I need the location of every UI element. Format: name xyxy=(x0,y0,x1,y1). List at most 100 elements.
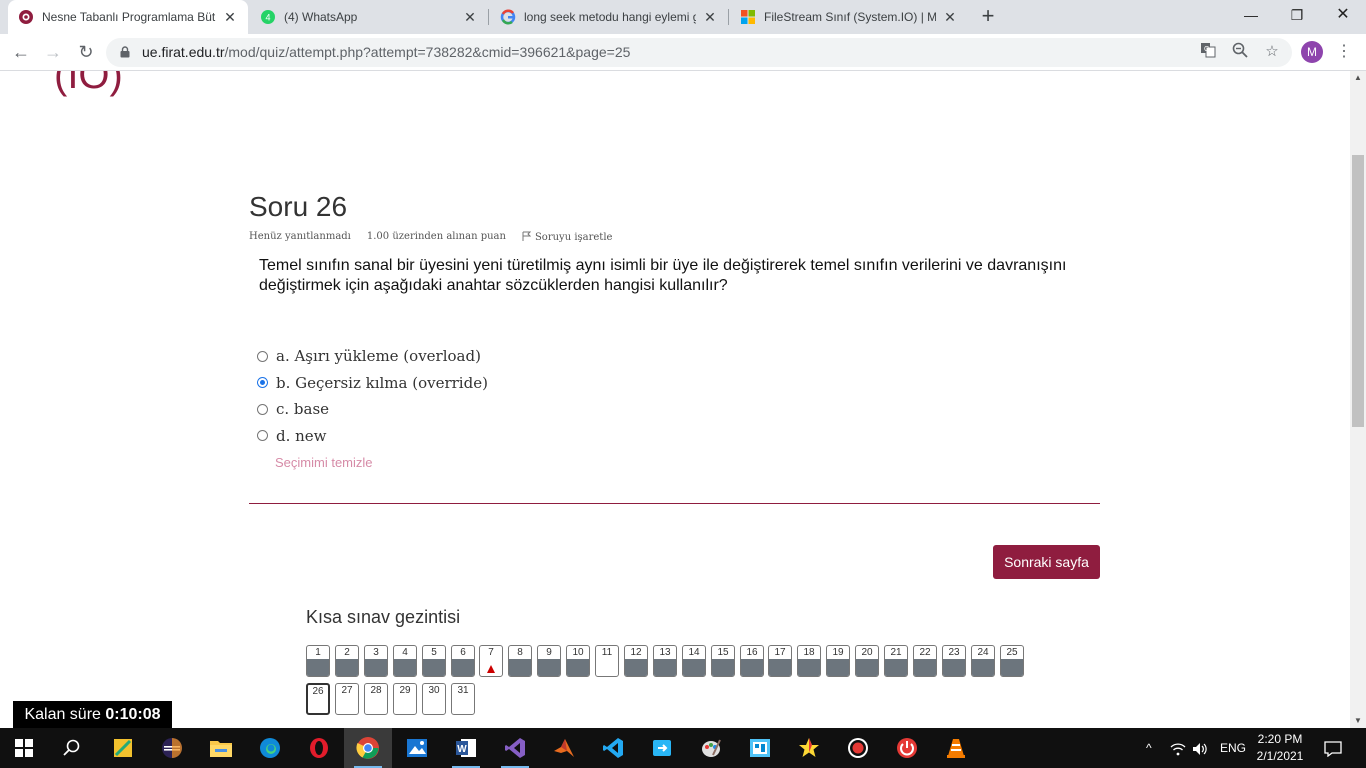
notifications-icon[interactable] xyxy=(1324,728,1342,768)
scroll-up-arrow[interactable]: ▲ xyxy=(1350,71,1366,85)
star-icon[interactable] xyxy=(795,734,823,762)
quiz-nav-button[interactable]: 4 xyxy=(393,645,417,677)
bookmark-star-icon[interactable]: ☆ xyxy=(1262,42,1282,62)
close-icon[interactable]: ✕ xyxy=(702,9,718,26)
eclipse-icon[interactable] xyxy=(158,734,186,762)
quiz-nav-button[interactable]: 10 xyxy=(566,645,590,677)
quiz-nav-button[interactable]: 31 xyxy=(451,683,475,715)
record-icon[interactable] xyxy=(844,734,872,762)
tab-google[interactable]: long seek metodu hangi eylemi g ✕ xyxy=(490,0,728,34)
tab-whatsapp[interactable]: 4 (4) WhatsApp ✕ xyxy=(250,0,488,34)
app-icon-1[interactable] xyxy=(109,734,137,762)
scroll-down-arrow[interactable]: ▼ xyxy=(1350,714,1366,728)
quiz-nav-button[interactable]: 26 xyxy=(306,683,330,715)
tab-microsoft[interactable]: FileStream Sınıf (System.IO) | Mic ✕ xyxy=(730,0,968,34)
answer-label[interactable]: b. Geçersiz kılma (override) xyxy=(276,374,488,392)
app-icon-3[interactable] xyxy=(746,734,774,762)
close-icon[interactable]: ✕ xyxy=(462,9,478,26)
reload-button[interactable]: ↻ xyxy=(74,40,98,64)
answer-option-b[interactable]: b. Geçersiz kılma (override) xyxy=(256,370,488,397)
quiz-nav-button[interactable]: 22 xyxy=(913,645,937,677)
question-status: Henüz yanıtlanmadı xyxy=(249,231,351,242)
profile-avatar[interactable]: M xyxy=(1301,41,1323,63)
quiz-nav-button[interactable]: 8 xyxy=(508,645,532,677)
app-icon-2[interactable] xyxy=(648,734,676,762)
close-icon[interactable]: ✕ xyxy=(222,9,238,26)
quiz-nav-button[interactable]: 24 xyxy=(971,645,995,677)
quiz-nav-button[interactable]: 29 xyxy=(393,683,417,715)
quiz-nav-button[interactable]: 25 xyxy=(1000,645,1024,677)
clear-choice-link[interactable]: Seçimimi temizle xyxy=(275,455,373,470)
vlc-icon[interactable] xyxy=(942,734,970,762)
close-window-button[interactable]: ✕ xyxy=(1320,0,1366,30)
quiz-nav-button[interactable]: 2 xyxy=(335,645,359,677)
quiz-nav-button[interactable]: 12 xyxy=(624,645,648,677)
zoom-icon[interactable] xyxy=(1230,42,1250,62)
quiz-nav-button[interactable]: 11 xyxy=(595,645,619,677)
answer-label[interactable]: d. new xyxy=(276,427,327,445)
quiz-nav-button[interactable]: 7 xyxy=(479,645,503,677)
search-icon[interactable] xyxy=(58,734,86,762)
quiz-nav-button[interactable]: 17 xyxy=(768,645,792,677)
menu-icon[interactable]: ⋮ xyxy=(1336,41,1352,63)
flag-question-link[interactable]: Soruyu işaretle xyxy=(522,231,612,244)
address-bar[interactable]: ue.firat.edu.tr/mod/quiz/attempt.php?att… xyxy=(106,38,1292,67)
vscode-icon[interactable] xyxy=(599,734,627,762)
page-scrollbar[interactable]: ▲ ▼ xyxy=(1350,71,1366,728)
photos-icon[interactable] xyxy=(403,734,431,762)
back-button[interactable]: ← xyxy=(9,40,33,64)
close-icon[interactable]: ✕ xyxy=(942,9,958,26)
quiz-nav-button[interactable]: 18 xyxy=(797,645,821,677)
scrollbar-thumb[interactable] xyxy=(1352,155,1364,427)
quiz-nav-button[interactable]: 15 xyxy=(711,645,735,677)
restore-button[interactable]: ❐ xyxy=(1274,0,1320,30)
answer-label[interactable]: c. base xyxy=(276,400,329,418)
volume-icon[interactable] xyxy=(1192,728,1208,768)
answer-option-c[interactable]: c. base xyxy=(256,396,488,423)
word-icon[interactable]: W xyxy=(452,734,480,768)
quiz-nav-button[interactable]: 23 xyxy=(942,645,966,677)
wifi-icon[interactable] xyxy=(1170,728,1186,768)
radio-button-selected[interactable] xyxy=(257,377,268,389)
radio-button[interactable] xyxy=(257,350,268,362)
matlab-icon[interactable] xyxy=(550,734,578,762)
visual-studio-icon[interactable] xyxy=(501,734,529,768)
quiz-nav-button[interactable]: 28 xyxy=(364,683,388,715)
chrome-icon[interactable] xyxy=(354,734,382,768)
quiz-nav-button[interactable]: 19 xyxy=(826,645,850,677)
quiz-nav-button[interactable]: 30 xyxy=(422,683,446,715)
forward-button[interactable]: → xyxy=(41,40,65,64)
power-icon[interactable] xyxy=(893,734,921,762)
quiz-nav-button[interactable]: 20 xyxy=(855,645,879,677)
start-icon[interactable] xyxy=(10,734,38,762)
quiz-nav-button[interactable]: 3 xyxy=(364,645,388,677)
opera-icon[interactable] xyxy=(305,734,333,762)
minimize-button[interactable]: — xyxy=(1228,0,1274,30)
radio-button[interactable] xyxy=(257,430,268,442)
next-page-button[interactable]: Sonraki sayfa xyxy=(993,545,1100,579)
radio-button[interactable] xyxy=(257,403,268,415)
answer-label[interactable]: a. Aşırı yükleme (overload) xyxy=(276,347,481,365)
edge-icon[interactable] xyxy=(256,734,284,762)
clock[interactable]: 2:20 PM 2/1/2021 xyxy=(1247,731,1313,765)
quiz-nav-button[interactable]: 13 xyxy=(653,645,677,677)
answer-option-d[interactable]: d. new xyxy=(256,423,488,450)
quiz-nav-button[interactable]: 9 xyxy=(537,645,561,677)
quiz-nav-number: 18 xyxy=(803,647,815,658)
new-tab-button[interactable]: + xyxy=(976,5,1000,29)
quiz-nav-button[interactable]: 21 xyxy=(884,645,908,677)
language-indicator[interactable]: ENG xyxy=(1220,728,1246,768)
answer-list: a. Aşırı yükleme (overload) b. Geçersiz … xyxy=(256,343,488,449)
answer-option-a[interactable]: a. Aşırı yükleme (overload) xyxy=(256,343,488,370)
show-hidden-icons[interactable]: ^ xyxy=(1146,728,1152,768)
quiz-nav-button[interactable]: 6 xyxy=(451,645,475,677)
tab-moodle[interactable]: Nesne Tabanlı Programlama Bütü ✕ xyxy=(8,0,248,34)
quiz-nav-button[interactable]: 16 xyxy=(740,645,764,677)
quiz-nav-button[interactable]: 14 xyxy=(682,645,706,677)
quiz-nav-button[interactable]: 1 xyxy=(306,645,330,677)
quiz-nav-button[interactable]: 27 xyxy=(335,683,359,715)
paint-icon[interactable] xyxy=(697,734,725,762)
translate-icon[interactable]: G xyxy=(1198,42,1218,62)
file-explorer-icon[interactable] xyxy=(207,734,235,762)
quiz-nav-button[interactable]: 5 xyxy=(422,645,446,677)
